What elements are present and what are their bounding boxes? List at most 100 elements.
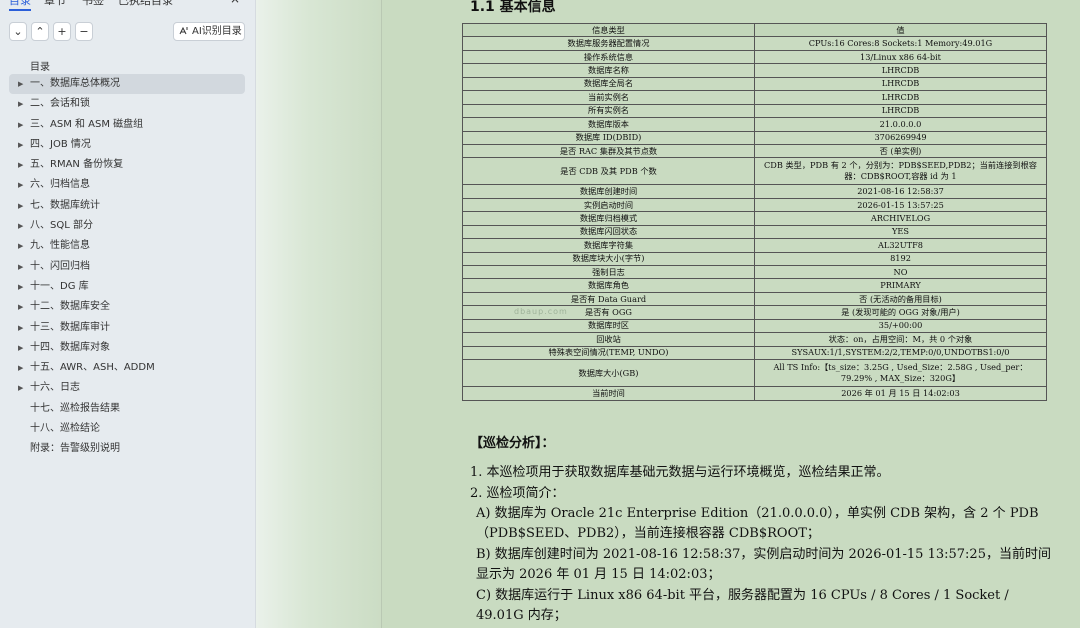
info-value-cell: 是 (发现可能的 OGG 对象/用户)	[754, 305, 1047, 320]
table-row: 数据库块大小(字节) 8192	[462, 251, 1047, 267]
info-value-cell: LHRCDB	[754, 63, 1047, 78]
tab-chapters[interactable]: 章节	[44, 0, 66, 8]
column-header-type: 信息类型	[462, 22, 755, 38]
table-row: 所有实例名 LHRCDB	[462, 103, 1047, 119]
caret-right-icon[interactable]: ▶	[18, 358, 23, 378]
table-row: 实例启动时间 2026-01-15 13:57:25	[462, 197, 1047, 213]
caret-right-icon[interactable]: ▶	[18, 196, 23, 216]
analysis-paragraph: A) 数据库为 Oracle 21c Enterprise Edition（21…	[476, 506, 1039, 541]
toc-item-label: 七、数据库统计	[30, 199, 100, 211]
info-value-cell: All TS Info:【ts_size：3.25G , Used_Size：2…	[754, 359, 1047, 388]
table-row: 是否有 Data Guard 否 (无活动的备用目标)	[462, 291, 1047, 307]
toc-item-label: 十一、DG 库	[30, 280, 89, 292]
caret-right-icon[interactable]: ▶	[18, 257, 23, 277]
table-row: 数据库版本 21.0.0.0.0	[462, 117, 1047, 132]
toc-item[interactable]: ▶ 十六、日志	[9, 378, 245, 398]
minus-icon: −	[79, 25, 89, 38]
toc-item-label: 十八、巡检结论	[30, 423, 100, 435]
column-header-value: 值	[754, 22, 1047, 38]
table-row: 数据库大小(GB) All TS Info:【ts_size：3.25G , Us…	[462, 359, 1047, 388]
info-value-cell: 2026-01-15 13:57:25	[754, 197, 1047, 213]
analysis-paragraph: B) 数据库创建时间为 2021-08-16 12:58:37，实例启动时间为 …	[476, 547, 1051, 582]
toc-item[interactable]: 附录：告警级别说明	[9, 439, 245, 459]
tab-bookmarks[interactable]: 书签	[82, 0, 104, 8]
info-type-cell: 当前时间	[462, 386, 755, 401]
caret-right-icon[interactable]: ▶	[18, 155, 23, 175]
info-type-cell: 数据库服务器配置情况	[462, 36, 755, 51]
collapse-all-button[interactable]: ⌄	[9, 22, 27, 41]
toc-heading: 目录	[30, 62, 50, 73]
toc-item[interactable]: ▶ 十、闪回归档	[9, 257, 245, 277]
info-value-cell: 否 (单实例)	[754, 143, 1047, 159]
expand-all-button[interactable]: ⌃	[31, 22, 49, 41]
ai-detect-toc-button[interactable]: AI识别目录	[173, 22, 245, 41]
table-row: 数据库名称 LHRCDB	[462, 63, 1047, 78]
toc-item[interactable]: ▶ 三、ASM 和 ASM 磁盘组	[9, 115, 245, 135]
caret-right-icon[interactable]: ▶	[18, 94, 23, 114]
toc-item[interactable]: ▶ 四、JOB 情况	[9, 135, 245, 155]
toc-item-label: 八、SQL 部分	[30, 220, 93, 232]
table-row: 数据库角色 PRIMARY	[462, 278, 1047, 293]
caret-right-icon[interactable]: ▶	[18, 115, 23, 135]
caret-right-icon[interactable]: ▶	[18, 135, 23, 155]
close-icon[interactable]: ×	[230, 0, 240, 6]
toc-item[interactable]: ▶ 七、数据库统计	[9, 196, 245, 216]
table-row: 当前时间 2026 年 01 月 15 日 14:02:03	[462, 386, 1047, 401]
info-type-cell: 是否 CDB 及其 PDB 个数	[462, 157, 755, 186]
info-type-cell: 数据库全局名	[462, 76, 755, 92]
toc-item-label: 九、性能信息	[30, 240, 90, 252]
caret-right-icon[interactable]: ▶	[18, 297, 23, 317]
toc-item[interactable]: ▶ 十五、AWR、ASH、ADDM	[9, 358, 245, 378]
toc-item-label: 四、JOB 情况	[30, 138, 91, 150]
toc-item[interactable]: ▶ 九、性能信息	[9, 236, 245, 256]
caret-right-icon[interactable]: ▶	[18, 378, 23, 398]
add-toc-item-button[interactable]: +	[53, 22, 71, 41]
toc-item-label: 五、RMAN 备份恢复	[30, 159, 124, 171]
toc-toolbar: ⌄ ⌃ + − AI识别目录	[9, 22, 249, 42]
info-value-cell: 21.0.0.0.0	[754, 117, 1047, 132]
toc-item[interactable]: ▶ 一、数据库总体概况	[9, 74, 245, 95]
toc-item[interactable]: 十七、巡检报告结果	[9, 399, 245, 419]
toc-item[interactable]: ▶ 十三、数据库审计	[9, 318, 245, 338]
toc-item[interactable]: ▶ 六、归档信息	[9, 175, 245, 195]
caret-right-icon[interactable]: ▶	[18, 216, 23, 236]
table-row: 特殊表空间情况(TEMP, UNDO) SYSAUX:1/1,SYSTEM:2/2…	[462, 345, 1047, 361]
table-row: 操作系统信息 13/Linux x86 64-bit	[462, 49, 1047, 65]
info-value-cell: LHRCDB	[754, 76, 1047, 92]
table-row: 强制日志 NO	[462, 264, 1047, 280]
toc-list: ▶ 一、数据库总体概况 ▶ 二、会话和锁 ▶ 三、ASM 和 ASM 磁盘组 ▶ 四、JOB …	[9, 74, 245, 460]
toc-item[interactable]: ▶ 五、RMAN 备份恢复	[9, 155, 245, 175]
table-header-row: 信息类型 值	[462, 22, 1047, 38]
info-type-cell: 所有实例名	[462, 103, 755, 119]
info-value-cell: ARCHIVELOG	[754, 211, 1047, 226]
caret-right-icon[interactable]: ▶	[18, 236, 23, 256]
page-margin-area	[256, 0, 382, 628]
toc-item[interactable]: ▶ 十一、DG 库	[9, 277, 245, 297]
caret-right-icon[interactable]: ▶	[18, 318, 23, 338]
toc-item-label: 十六、日志	[30, 382, 80, 394]
info-type-cell: 数据库闪回状态	[462, 224, 755, 240]
toc-item-label: 十七、巡检报告结果	[30, 402, 120, 414]
info-value-cell: PRIMARY	[754, 278, 1047, 293]
toc-item[interactable]: 十八、巡检结论	[9, 419, 245, 439]
caret-right-icon[interactable]: ▶	[18, 74, 23, 94]
caret-right-icon[interactable]: ▶	[18, 175, 23, 195]
toc-item[interactable]: ▶ 十四、数据库对象	[9, 338, 245, 358]
toc-item[interactable]: ▶ 八、SQL 部分	[9, 216, 245, 236]
table-row: 是否 RAC 集群及其节点数否 (单实例)	[462, 143, 1047, 159]
tab-generated-toc[interactable]: 已执结目录	[118, 0, 173, 8]
analysis-paragraph: 2. 巡检项简介：	[470, 486, 565, 501]
caret-right-icon[interactable]: ▶	[18, 277, 23, 297]
toc-item-label: 十三、数据库审计	[30, 321, 110, 333]
toc-item[interactable]: ▶ 十二、数据库安全	[9, 297, 245, 317]
section-heading: 1.1 基本信息	[470, 0, 556, 15]
caret-right-icon[interactable]: ▶	[18, 338, 23, 358]
analysis-title: 【巡检分析】：	[470, 436, 555, 451]
info-type-cell: 是否 RAC 集群及其节点数	[462, 143, 755, 159]
analysis-paragraph: C) 数据库运行于 Linux x86 64-bit 平台，服务器配置为 16 …	[476, 588, 1009, 623]
toc-item[interactable]: ▶ 二、会话和锁	[9, 94, 245, 114]
toc-item-label: 六、归档信息	[30, 179, 90, 191]
table-row: 数据库闪回状态 YES	[462, 224, 1047, 240]
remove-toc-item-button[interactable]: −	[75, 22, 93, 41]
tab-toc[interactable]: 目录	[9, 0, 31, 11]
